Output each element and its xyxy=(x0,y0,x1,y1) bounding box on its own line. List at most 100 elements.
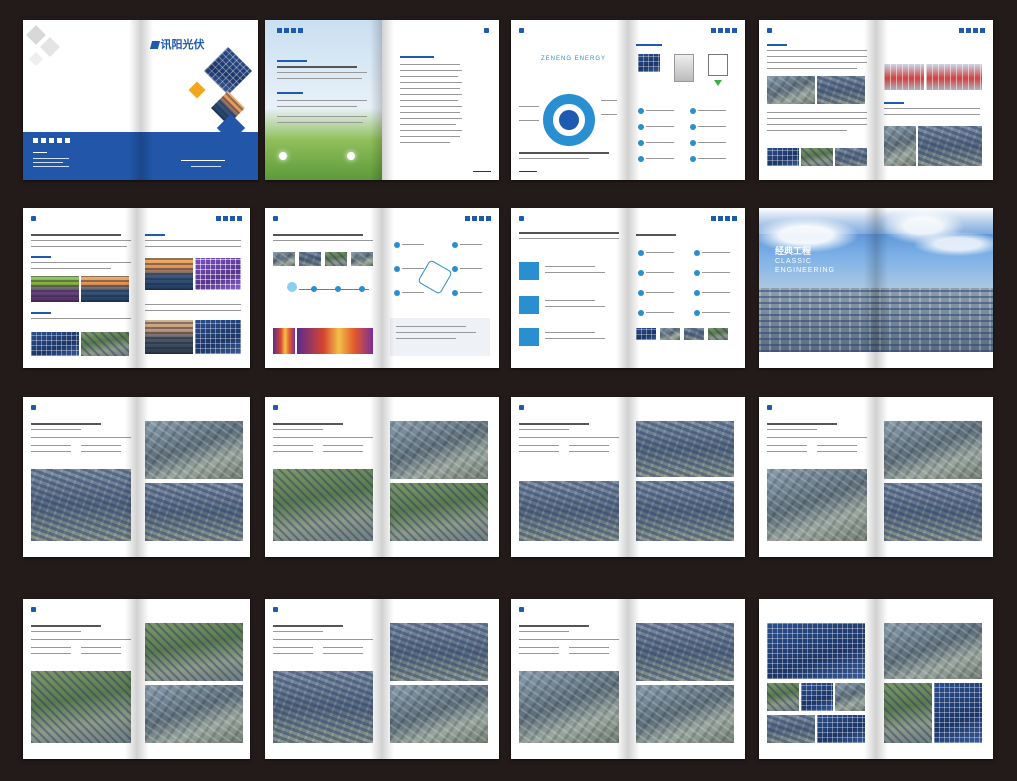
feature-dot xyxy=(694,250,700,256)
brochure-spread-project-4[interactable] xyxy=(759,397,993,557)
feature-node xyxy=(394,290,400,296)
project-photo xyxy=(194,258,241,290)
section-title-bar xyxy=(277,92,303,94)
cover-text-line xyxy=(190,166,221,167)
brochure-spread-residential[interactable] xyxy=(759,599,993,759)
text-line xyxy=(31,445,71,446)
header-icons xyxy=(277,28,303,33)
brochure-spread-diagram[interactable] xyxy=(265,208,499,368)
text-line xyxy=(460,244,482,245)
text-line xyxy=(31,268,111,269)
text-line xyxy=(31,240,131,241)
energy-right-page xyxy=(628,20,745,180)
text-line xyxy=(646,272,674,273)
text-line xyxy=(273,647,313,648)
brochure-spread-project-6[interactable] xyxy=(265,599,499,759)
section-title-bar xyxy=(31,312,51,314)
brochure-spread-project-2[interactable] xyxy=(265,397,499,557)
text-line xyxy=(402,292,424,293)
cover-logo: 讯阳光伏 xyxy=(149,36,205,52)
text-line xyxy=(646,252,674,253)
project-photo xyxy=(390,623,488,681)
project-photo xyxy=(817,76,865,104)
header-logo xyxy=(767,405,774,411)
brochure-spread-energy[interactable]: ZENENG ENERGY xyxy=(511,20,745,180)
intro-left-page xyxy=(265,20,382,180)
brochure-spread-cover[interactable]: 讯阳光伏 xyxy=(23,20,258,180)
text-line xyxy=(519,238,619,239)
process-photo xyxy=(299,252,321,266)
text-line xyxy=(767,451,807,452)
sun-flare xyxy=(347,152,355,160)
project-photo xyxy=(194,320,241,354)
text-line xyxy=(646,142,674,143)
project-photo xyxy=(884,64,924,90)
project-photo xyxy=(767,76,815,104)
text-line xyxy=(519,625,589,627)
text-line xyxy=(31,653,71,654)
project-right-page xyxy=(137,397,251,557)
cover-blue-band xyxy=(23,132,141,180)
text-line xyxy=(402,244,424,245)
residential-roof-photo xyxy=(767,715,815,743)
classic-town-photo xyxy=(759,288,993,352)
text-line xyxy=(646,292,674,293)
project-photo xyxy=(884,126,916,166)
thermal-image xyxy=(273,328,295,354)
project-left-page xyxy=(265,397,382,557)
back-cover-page xyxy=(23,20,141,180)
corner-diamond-decoration xyxy=(40,37,60,57)
text-line xyxy=(31,423,101,425)
brochure-spread-project-7[interactable] xyxy=(511,599,745,759)
project-right-page xyxy=(628,599,745,759)
text-line xyxy=(601,114,617,115)
text-line xyxy=(767,112,867,113)
header-icons xyxy=(465,216,491,221)
header-logo xyxy=(484,28,491,34)
project-left-page xyxy=(23,599,137,759)
feature-dot xyxy=(690,140,696,146)
company-right-page xyxy=(876,20,993,180)
project-photo xyxy=(390,483,488,541)
project-photo xyxy=(636,685,734,743)
brochure-spread-landscape[interactable] xyxy=(23,208,250,368)
brochure-spread-project-1[interactable] xyxy=(23,397,250,557)
feature-node xyxy=(394,266,400,272)
text-line xyxy=(702,252,730,253)
text-line xyxy=(545,272,605,273)
process-photo xyxy=(325,252,347,266)
text-line xyxy=(767,423,837,425)
text-line xyxy=(31,262,131,263)
text-line xyxy=(400,94,462,95)
project-right-page xyxy=(628,397,745,557)
corner-diamond-decoration xyxy=(26,25,46,45)
brochure-spread-project-3[interactable] xyxy=(511,397,745,557)
project-photo xyxy=(636,623,734,681)
feature-node xyxy=(452,290,458,296)
project-photo xyxy=(81,276,129,302)
brochure-spread-company[interactable] xyxy=(759,20,993,180)
brochure-spread-intro[interactable] xyxy=(265,20,499,180)
cover-text-line xyxy=(33,162,63,163)
residential-roof-photo xyxy=(884,623,982,679)
text-line xyxy=(519,152,609,154)
project-right-page xyxy=(382,599,499,759)
header-logo xyxy=(31,607,38,613)
brochure-spread-classic[interactable]: 经典工程 CLASSIC ENGINEERING xyxy=(759,208,993,368)
brochure-spread-features[interactable] xyxy=(511,208,745,368)
text-line xyxy=(646,126,674,127)
text-line xyxy=(636,234,676,236)
flow-connector xyxy=(299,289,369,290)
landscape-right-page xyxy=(137,208,251,368)
brochure-spread-project-5[interactable] xyxy=(23,599,250,759)
text-line xyxy=(400,118,462,119)
text-line xyxy=(519,120,539,121)
text-line xyxy=(767,429,817,430)
feature-dot xyxy=(694,310,700,316)
text-line xyxy=(698,110,726,111)
diagram-left-page xyxy=(265,208,382,368)
text-line xyxy=(273,437,373,438)
project-photo xyxy=(390,685,488,743)
feature-dot xyxy=(638,124,644,130)
project-photo xyxy=(144,258,193,290)
